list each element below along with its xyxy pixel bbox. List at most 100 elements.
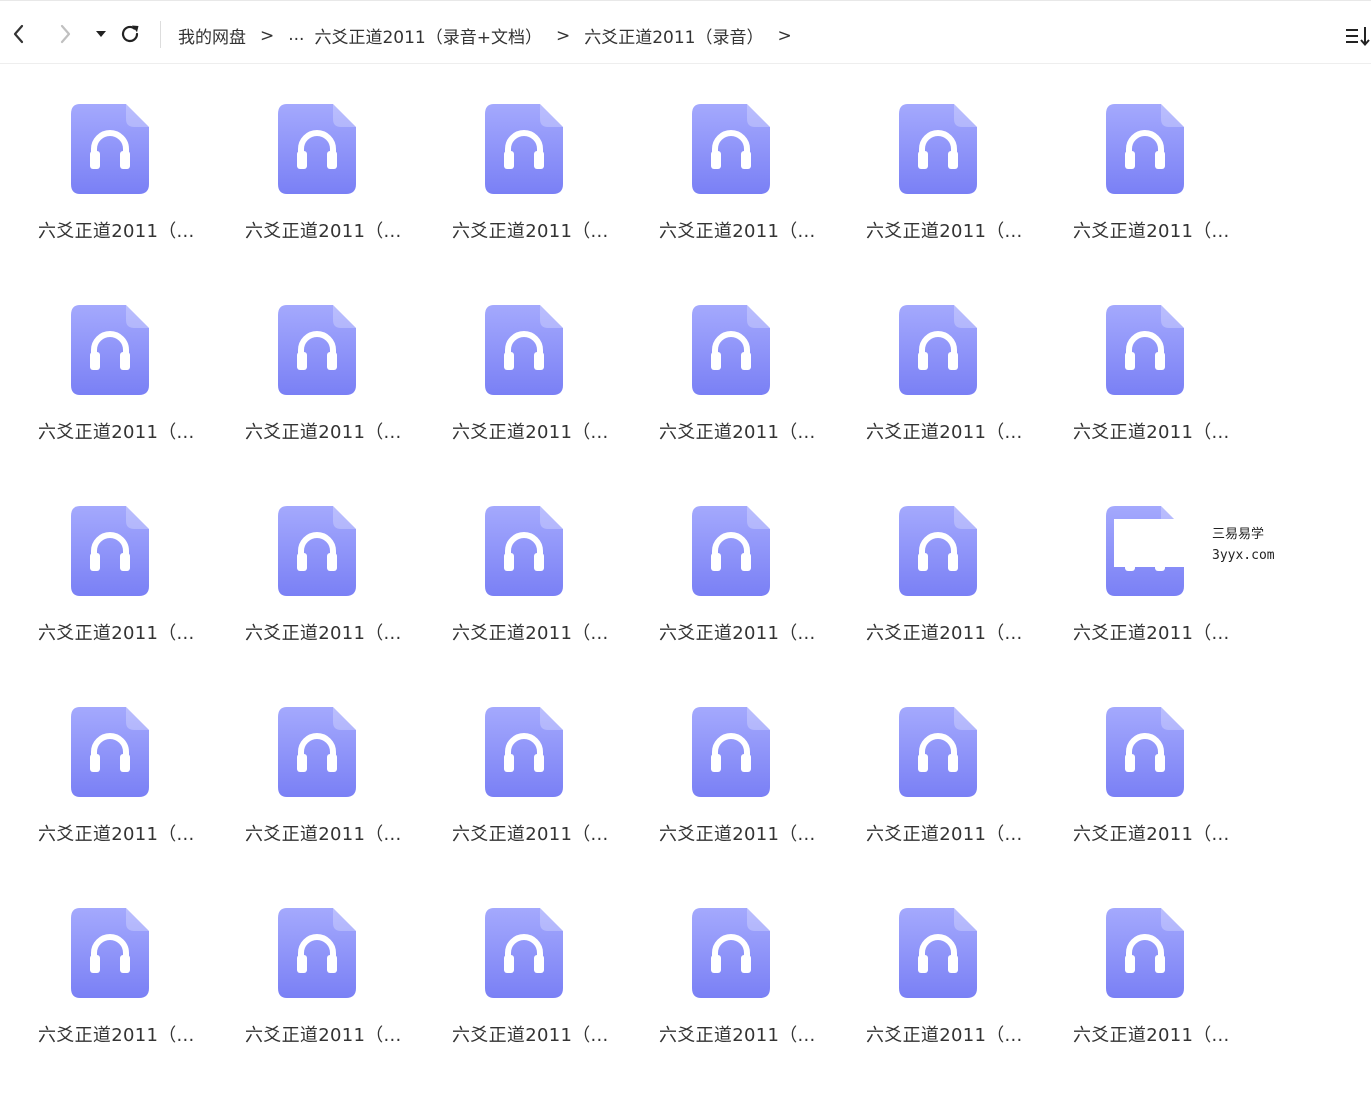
file-item[interactable]: 六爻正道2011（... [30,100,237,301]
file-item[interactable]: 六爻正道2011（... [1065,904,1272,1105]
audio-file-icon [484,706,564,798]
file-item[interactable]: 六爻正道2011（... [858,703,1065,904]
toolbar: 我的网盘 > ... 六爻正道2011（录音+文档） > 六爻正道2011（录音… [0,0,1371,64]
file-item[interactable]: 六爻正道2011（... [858,502,1065,703]
history-dropdown-button[interactable] [90,21,112,47]
file-name: 六爻正道2011（... [245,824,402,845]
file-name: 六爻正道2011（... [866,422,1023,443]
toolbar-divider [160,21,161,48]
breadcrumb-separator: > [777,26,792,46]
file-name: 六爻正道2011（... [1073,824,1230,845]
file-name: 六爻正道2011（... [1073,1025,1230,1046]
audio-file-icon [484,505,564,597]
audio-file-icon [691,304,771,396]
file-name: 六爻正道2011（... [38,623,195,644]
refresh-icon [121,25,139,43]
file-item[interactable]: 六爻正道2011（... [237,904,444,1105]
audio-file-icon [1105,505,1185,597]
file-name: 六爻正道2011（... [866,1025,1023,1046]
file-item[interactable]: 六爻正道2011（... [237,703,444,904]
file-name: 六爻正道2011（... [452,1025,609,1046]
audio-file-icon [1105,706,1185,798]
file-name: 六爻正道2011（... [245,221,402,242]
file-name: 六爻正道2011（... [38,1025,195,1046]
file-name: 六爻正道2011（... [866,824,1023,845]
audio-file-icon [1105,304,1185,396]
breadcrumb-current-folder[interactable]: 六爻正道2011（录音） [584,23,763,48]
audio-file-icon [277,103,357,195]
file-name: 六爻正道2011（... [1073,623,1230,644]
file-item[interactable]: 六爻正道2011（... [444,502,651,703]
caret-down-icon [96,31,106,37]
audio-file-icon [691,505,771,597]
forward-button[interactable] [54,21,76,47]
file-item[interactable]: 六爻正道2011（... [1065,502,1272,703]
sort-button[interactable] [1343,23,1371,49]
file-item[interactable]: 六爻正道2011（... [237,301,444,502]
file-item[interactable]: 六爻正道2011（... [237,100,444,301]
file-item[interactable]: 六爻正道2011（... [858,301,1065,502]
file-name: 六爻正道2011（... [659,422,816,443]
file-name: 六爻正道2011（... [38,221,195,242]
audio-file-icon [898,505,978,597]
chevron-left-icon [13,24,24,44]
audio-file-icon [898,706,978,798]
file-item[interactable]: 六爻正道2011（... [651,703,858,904]
file-item[interactable]: 六爻正道2011（... [30,301,237,502]
audio-file-icon [70,304,150,396]
file-item[interactable]: 六爻正道2011（... [444,904,651,1105]
file-name: 六爻正道2011（... [452,221,609,242]
breadcrumb-separator: > [555,26,571,46]
sort-list-icon [1346,27,1370,47]
file-item[interactable]: 六爻正道2011（... [30,703,237,904]
audio-file-icon [898,907,978,999]
audio-file-icon [691,103,771,195]
audio-file-icon [70,103,150,195]
audio-file-icon [70,706,150,798]
audio-file-icon [277,706,357,798]
file-name: 六爻正道2011（... [38,824,195,845]
file-name: 六爻正道2011（... [245,623,402,644]
file-item[interactable]: 六爻正道2011（... [651,502,858,703]
file-item[interactable]: 六爻正道2011（... [444,703,651,904]
audio-file-icon [691,706,771,798]
file-item[interactable]: 六爻正道2011（... [30,502,237,703]
audio-file-icon [898,304,978,396]
file-name: 六爻正道2011（... [659,221,816,242]
file-item[interactable]: 六爻正道2011（... [858,904,1065,1105]
audio-file-icon [1105,907,1185,999]
refresh-button[interactable] [119,21,141,47]
audio-file-icon [277,304,357,396]
audio-file-icon [1105,103,1185,195]
file-name: 六爻正道2011（... [1073,422,1230,443]
file-name: 六爻正道2011（... [452,623,609,644]
file-item[interactable]: 六爻正道2011（... [651,100,858,301]
file-item[interactable]: 六爻正道2011（... [444,301,651,502]
chevron-right-icon [60,24,71,44]
audio-file-icon [277,505,357,597]
file-item[interactable]: 六爻正道2011（... [1065,703,1272,904]
breadcrumb: 我的网盘 > ... 六爻正道2011（录音+文档） > 六爻正道2011（录音… [178,21,806,49]
audio-file-icon [277,907,357,999]
breadcrumb-parent-folder[interactable]: 六爻正道2011（录音+文档） [314,23,542,48]
audio-file-icon [70,505,150,597]
file-name: 六爻正道2011（... [38,422,195,443]
file-name: 六爻正道2011（... [452,824,609,845]
file-name: 六爻正道2011（... [245,422,402,443]
audio-file-icon [691,907,771,999]
audio-file-icon [70,907,150,999]
file-item[interactable]: 六爻正道2011（... [651,301,858,502]
file-name: 六爻正道2011（... [659,623,816,644]
file-grid: 六爻正道2011（... 六爻正道2011（... 六爻正道2011（... 六爻正道… [30,100,1272,1105]
file-name: 六爻正道2011（... [452,422,609,443]
file-item[interactable]: 六爻正道2011（... [30,904,237,1105]
breadcrumb-root[interactable]: 我的网盘 [178,23,246,48]
back-button[interactable] [8,21,30,47]
file-item[interactable]: 六爻正道2011（... [1065,301,1272,502]
file-item[interactable]: 六爻正道2011（... [1065,100,1272,301]
file-item[interactable]: 六爻正道2011（... [651,904,858,1105]
file-item[interactable]: 六爻正道2011（... [858,100,1065,301]
file-item[interactable]: 六爻正道2011（... [237,502,444,703]
breadcrumb-ellipsis[interactable]: ... [288,25,304,45]
file-item[interactable]: 六爻正道2011（... [444,100,651,301]
